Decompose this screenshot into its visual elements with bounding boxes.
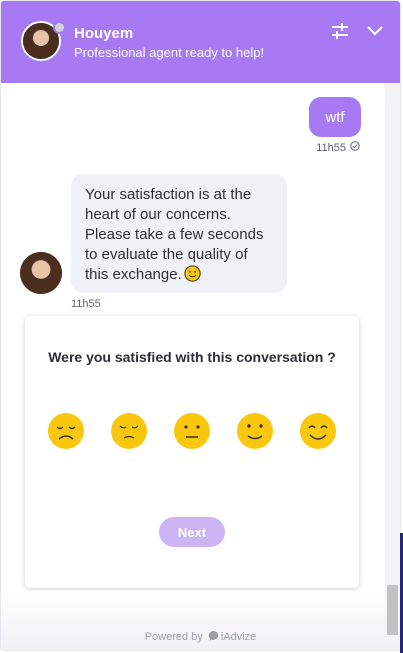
agent-message-time: 11h55 xyxy=(71,298,101,310)
very-sad-face-icon[interactable] xyxy=(47,412,85,450)
survey-question: Were you satisfied with this conversatio… xyxy=(48,349,336,365)
chat-header: Houyem Professional agent ready to help! xyxy=(1,1,400,83)
read-check-icon xyxy=(350,141,360,154)
agent-name: Houyem xyxy=(74,25,134,42)
slight-smile-icon[interactable] xyxy=(236,412,274,450)
iadvize-logo-icon xyxy=(208,630,220,645)
chevron-down-icon[interactable] xyxy=(365,21,385,41)
scrollbar-thumb[interactable] xyxy=(387,585,398,635)
smile-emoji-icon xyxy=(184,265,201,288)
agent-message-line: Your satisfaction is at the heart of our… xyxy=(85,186,252,223)
user-message-text: wtf xyxy=(325,108,345,126)
user-time-text: 11h55 xyxy=(316,141,346,154)
agent-message: Your satisfaction is at the heart of our… xyxy=(71,174,287,293)
neutral-face-icon[interactable] xyxy=(173,412,211,450)
powered-by: Powered by iAdvize xyxy=(1,630,400,645)
user-message-time: 11h55 xyxy=(316,141,360,154)
scrollbar[interactable] xyxy=(385,83,400,639)
user-message: wtf xyxy=(309,97,361,137)
powered-by-text: Powered by xyxy=(144,631,203,643)
satisfaction-survey: Were you satisfied with this conversatio… xyxy=(25,316,359,588)
agent-message-line: Please take a few seconds to evaluate th… xyxy=(85,226,264,283)
brand-name: iAdvize xyxy=(220,631,257,643)
agent-status: Professional agent ready to help! xyxy=(74,45,265,60)
happy-face-icon[interactable] xyxy=(299,412,337,450)
sad-face-icon[interactable] xyxy=(110,412,148,450)
next-button[interactable]: Next xyxy=(159,517,225,547)
chat-window: Houyem Professional agent ready to help!… xyxy=(0,0,401,651)
presence-dot xyxy=(53,21,66,34)
sliders-icon[interactable] xyxy=(330,21,350,41)
agent-message-avatar xyxy=(20,252,62,294)
